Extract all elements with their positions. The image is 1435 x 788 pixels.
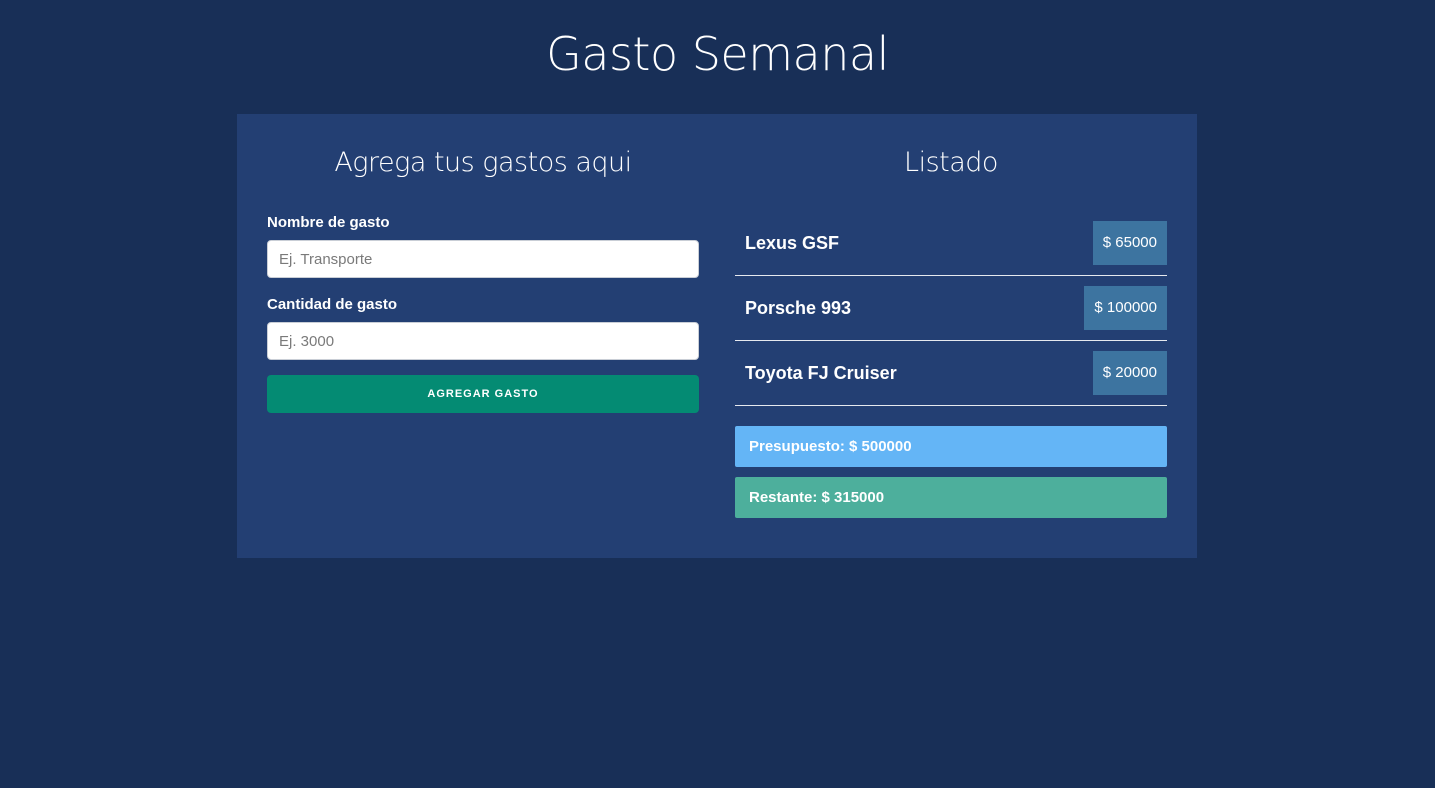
expense-item-amount: $ 100000	[1084, 286, 1167, 330]
expense-amount-label: Cantidad de gasto	[267, 296, 398, 313]
expense-item-amount: $ 20000	[1092, 351, 1167, 395]
list-item: Lexus GSF $ 65000	[735, 211, 1167, 276]
list-item: Toyota FJ Cruiser $ 20000	[735, 341, 1167, 406]
expense-name-input[interactable]	[267, 240, 699, 278]
expense-name-label: Nombre de gasto	[267, 214, 390, 231]
expense-item-amount: $ 65000	[1092, 221, 1167, 265]
page-title: Gasto Semanal	[546, 27, 889, 81]
expense-card: Agrega tus gastos aqui Nombre de gasto C…	[237, 114, 1197, 558]
expense-item-name: Porsche 993	[745, 298, 852, 318]
expense-item-name: Toyota FJ Cruiser	[745, 363, 897, 383]
add-expense-button[interactable]: AGREGAR GASTO	[267, 375, 699, 413]
expense-amount-input[interactable]	[267, 322, 699, 360]
expense-item-name: Lexus GSF	[745, 233, 840, 253]
listing-title: Listado	[904, 147, 998, 178]
expense-list: Lexus GSF $ 65000 Porsche 993 $ 100000 T…	[735, 211, 1167, 406]
remaining-status: Restante: $ 315000	[735, 477, 1167, 518]
budget-status: Presupuesto: $ 500000	[735, 426, 1167, 467]
form-title: Agrega tus gastos aqui	[334, 147, 632, 178]
list-item: Porsche 993 $ 100000	[735, 276, 1167, 341]
